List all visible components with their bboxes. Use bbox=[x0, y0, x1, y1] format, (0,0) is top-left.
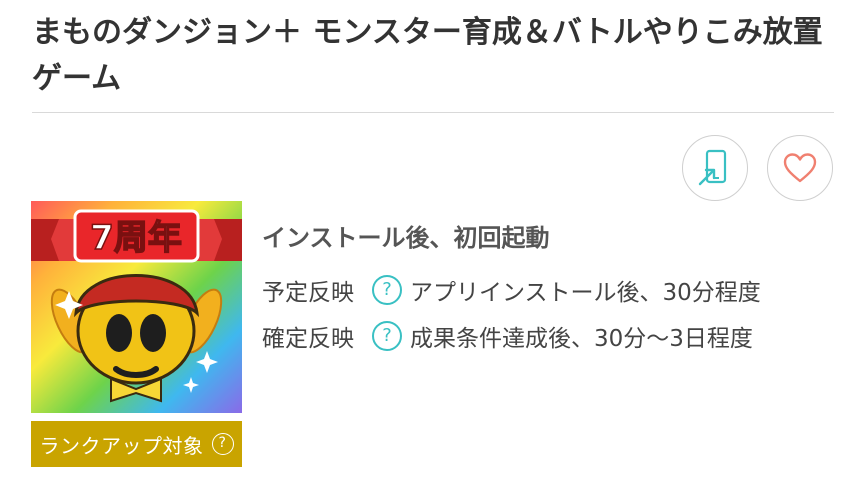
rank-up-label: ランクアップ対象 bbox=[39, 433, 204, 458]
icon-anniversary-text: 7周年 bbox=[90, 218, 182, 258]
heart-icon bbox=[783, 153, 817, 183]
condition-heading: インストール後、初回起動 bbox=[262, 224, 550, 252]
reward-conditions: インストール後、初回起動 予定反映 ? アプリインストール後、30分程度 確定反… bbox=[262, 218, 761, 352]
page-title: まものダンジョン＋ モンスター育成＆バトルやりこみ放置ゲーム bbox=[32, 15, 823, 96]
title-divider bbox=[32, 112, 834, 113]
confirmed-reflection-label: 確定反映 bbox=[262, 326, 354, 352]
scheduled-reflection-value: アプリインストール後、30分程度 bbox=[410, 280, 761, 306]
confirmed-reflection-value: 成果条件達成後、30分〜3日程度 bbox=[410, 326, 753, 352]
app-icon: 7周年 bbox=[31, 201, 242, 413]
rank-help-icon[interactable]: ? bbox=[211, 433, 234, 455]
help-icon[interactable]: ? bbox=[372, 321, 402, 351]
scheduled-reflection-label: 予定反映 bbox=[262, 280, 354, 306]
send-to-device-icon bbox=[698, 149, 727, 186]
favorite-button[interactable] bbox=[767, 135, 833, 201]
help-icon[interactable]: ? bbox=[372, 275, 402, 305]
scheduled-reflection-row: 予定反映 ? アプリインストール後、30分程度 bbox=[262, 274, 761, 306]
send-to-device-button[interactable] bbox=[682, 135, 748, 201]
rank-up-badge[interactable]: ランクアップ対象 ? bbox=[31, 421, 242, 467]
confirmed-reflection-row: 確定反映 ? 成果条件達成後、30分〜3日程度 bbox=[262, 320, 761, 352]
